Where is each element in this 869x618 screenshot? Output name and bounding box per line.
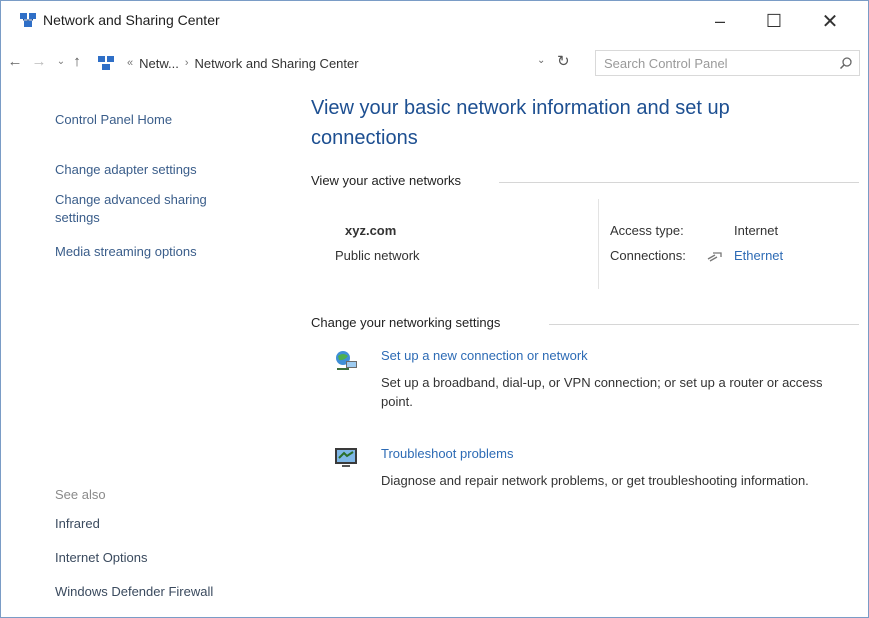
active-networks-divider: [499, 182, 859, 183]
breadcrumb-item-network-sharing-center[interactable]: Network and Sharing Center: [195, 56, 359, 71]
search-box[interactable]: Search Control Panel: [595, 50, 860, 76]
navigation-bar: ← → ⌄ ↑ « Netw... › Network and Sharing …: [1, 43, 868, 79]
window-title: Network and Sharing Center: [43, 12, 220, 28]
search-input[interactable]: Search Control Panel: [604, 56, 833, 71]
change-adapter-settings-link[interactable]: Change adapter settings: [55, 161, 197, 179]
breadcrumb-overflow-separator: «: [127, 57, 134, 69]
set-up-new-connection-link[interactable]: Set up a new connection or network: [381, 348, 588, 363]
network-center-app-icon: [20, 13, 36, 27]
new-connection-icon: [336, 351, 357, 370]
left-navigation-pane: Control Panel Home Change adapter settin…: [1, 81, 291, 618]
title-bar: Network and Sharing Center – ☐ ✕: [1, 1, 868, 41]
media-streaming-options-link[interactable]: Media streaming options: [55, 243, 197, 261]
ethernet-icon: [707, 252, 722, 262]
address-dropdown-icon[interactable]: ⌄: [537, 55, 545, 66]
network-category-link[interactable]: Public network: [335, 248, 420, 263]
maximize-button[interactable]: ☐: [752, 7, 796, 35]
access-type-value: Internet: [734, 223, 779, 238]
see-also-label: See also: [55, 487, 106, 502]
infrared-link[interactable]: Infrared: [55, 515, 100, 533]
access-type-label: Access type:: [610, 223, 684, 238]
breadcrumb-item-network[interactable]: Netw...: [139, 56, 179, 71]
control-panel-icon: [98, 56, 114, 70]
windows-defender-firewall-link[interactable]: Windows Defender Firewall: [55, 583, 213, 601]
change-advanced-sharing-settings-link[interactable]: Change advanced sharing settings: [55, 191, 255, 227]
search-icon[interactable]: [833, 51, 859, 75]
troubleshoot-icon: [335, 448, 357, 467]
close-button[interactable]: ✕: [808, 7, 852, 35]
up-arrow-icon[interactable]: ↑: [67, 49, 87, 73]
active-networks-label: View your active networks: [311, 173, 462, 188]
minimize-button[interactable]: –: [698, 7, 742, 35]
change-settings-label: Change your networking settings: [311, 315, 501, 330]
change-settings-divider: [549, 324, 859, 325]
page-heading: View your basic network information and …: [311, 97, 730, 149]
forward-arrow-icon[interactable]: →: [29, 49, 49, 73]
network-sharing-center-window: Network and Sharing Center – ☐ ✕ ← → ⌄ ↑…: [0, 0, 869, 618]
set-up-new-connection-description: Set up a broadband, dial-up, or VPN conn…: [381, 375, 823, 409]
control-panel-home-link[interactable]: Control Panel Home: [55, 111, 172, 129]
ethernet-connection-link[interactable]: Ethernet: [734, 248, 783, 263]
back-arrow-icon[interactable]: ←: [5, 49, 25, 73]
refresh-icon[interactable]: ↻: [557, 52, 570, 70]
troubleshoot-problems-link[interactable]: Troubleshoot problems: [381, 446, 513, 461]
troubleshoot-problems-description: Diagnose and repair network problems, or…: [381, 473, 809, 488]
network-info-divider: [598, 199, 599, 289]
connections-label: Connections:: [610, 248, 686, 263]
network-name: xyz.com: [345, 223, 397, 238]
internet-options-link[interactable]: Internet Options: [55, 549, 148, 567]
address-bar[interactable]: « Netw... › Network and Sharing Center: [97, 51, 529, 75]
breadcrumb-chevron-icon[interactable]: ›: [185, 57, 189, 69]
